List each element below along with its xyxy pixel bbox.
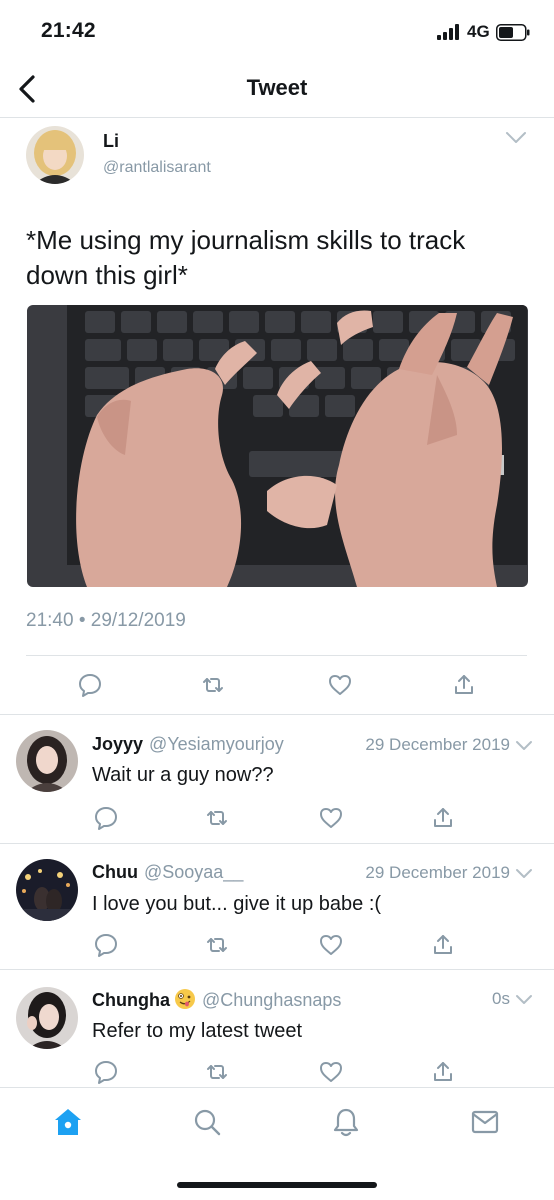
notifications-icon[interactable] <box>330 1106 362 1138</box>
messages-icon[interactable] <box>469 1106 501 1138</box>
signal-icon <box>437 24 459 40</box>
tweet-image[interactable] <box>27 305 528 587</box>
share-icon[interactable] <box>429 931 457 959</box>
avatar[interactable] <box>16 730 78 792</box>
like-icon[interactable] <box>317 804 345 832</box>
nav-bar: Tweet <box>0 62 554 118</box>
reply-icon[interactable] <box>92 804 120 832</box>
avatar[interactable] <box>16 859 78 921</box>
reply-author-handle: @Sooyaa__ <box>143 862 244 882</box>
reply-actions <box>0 931 554 961</box>
tweet-timestamp: 21:40 • 29/12/2019 <box>26 610 186 631</box>
network-label: 4G <box>467 22 490 41</box>
like-icon[interactable] <box>317 931 345 959</box>
avatar[interactable] <box>16 987 78 1049</box>
like-icon[interactable] <box>326 671 354 699</box>
author-handle[interactable]: @rantlalisarant <box>103 159 211 177</box>
reply-text: I love you but... give it up babe :( <box>92 893 382 915</box>
tweet-text: *Me using my journalism skills to track … <box>26 225 466 290</box>
avatar[interactable] <box>26 126 84 184</box>
reply-author[interactable]: Chuu @Sooyaa__ <box>92 862 243 883</box>
like-icon[interactable] <box>317 1058 345 1086</box>
reply-date: 0s <box>492 989 510 1008</box>
reply-author-name: Chuu <box>92 862 138 882</box>
reply-date: 29 December 2019 <box>365 863 510 882</box>
page-title: Tweet <box>246 75 308 100</box>
share-icon[interactable] <box>450 671 478 699</box>
reply-actions <box>0 1058 554 1088</box>
zany-face-emoji <box>175 989 195 1009</box>
reply-author[interactable]: Joyyy @Yesiamyourjoy <box>92 734 284 755</box>
reply-tweet[interactable]: Chuu @Sooyaa__ 29 December 2019 I love yo… <box>0 844 554 970</box>
chevron-down-icon[interactable] <box>515 994 533 1006</box>
reply-author-name: Chungha <box>92 990 170 1010</box>
retweet-icon[interactable] <box>203 1058 231 1086</box>
share-icon[interactable] <box>429 804 457 832</box>
reply-author-name: Joyyy <box>92 734 144 754</box>
reply-text: Refer to my latest tweet <box>92 1020 303 1042</box>
main-tweet: Li @rantlalisarant *Me using my journali… <box>0 119 554 715</box>
battery-icon <box>496 24 530 41</box>
reply-date: 29 December 2019 <box>365 735 510 754</box>
chevron-down-icon[interactable] <box>515 740 533 752</box>
retweet-icon[interactable] <box>203 931 231 959</box>
retweet-icon[interactable] <box>203 804 231 832</box>
reply-author-handle: @Chunghasnaps <box>202 990 342 1010</box>
reply-icon[interactable] <box>92 931 120 959</box>
reply-tweet[interactable]: Joyyy @Yesiamyourjoy 29 December 2019 Wai… <box>0 716 554 844</box>
reply-actions <box>0 804 554 834</box>
author-name[interactable]: Li <box>103 131 119 152</box>
status-time: 21:42 <box>41 19 96 42</box>
tweet-actions <box>0 671 554 701</box>
home-icon[interactable] <box>52 1106 84 1138</box>
search-icon[interactable] <box>191 1106 223 1138</box>
status-bar: 21:42 4G <box>0 0 554 62</box>
reply-tweet[interactable]: Chungha @Chunghasnaps 0s Refer to my lat… <box>0 970 554 1087</box>
reply-text: Wait ur a guy now?? <box>92 764 274 786</box>
reply-icon[interactable] <box>92 1058 120 1086</box>
reply-author[interactable]: Chungha @Chunghasnaps <box>92 988 341 1011</box>
reply-icon[interactable] <box>76 671 104 699</box>
retweet-icon[interactable] <box>199 671 227 699</box>
reply-author-handle: @Yesiamyourjoy <box>149 734 284 754</box>
chevron-down-icon[interactable] <box>515 868 533 880</box>
share-icon[interactable] <box>429 1058 457 1086</box>
home-indicator <box>177 1182 377 1188</box>
divider <box>26 655 527 656</box>
chevron-down-icon[interactable] <box>505 131 527 145</box>
